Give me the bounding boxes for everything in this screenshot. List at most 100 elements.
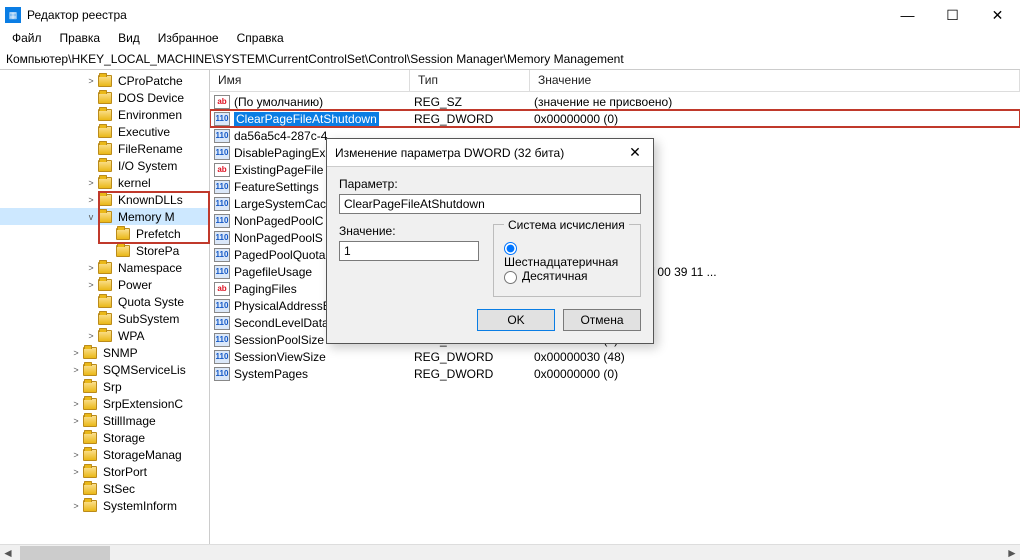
folder-icon xyxy=(98,143,112,155)
close-button[interactable]: ✕ xyxy=(975,0,1020,30)
expander-icon[interactable]: > xyxy=(70,450,82,460)
dword-icon: 110 xyxy=(214,248,230,262)
expander-icon[interactable]: > xyxy=(70,416,82,426)
minimize-button[interactable]: — xyxy=(885,0,930,30)
dword-icon: 110 xyxy=(214,316,230,330)
menu-help[interactable]: Справка xyxy=(229,30,292,50)
tree-item[interactable]: Executive xyxy=(0,123,209,140)
dword-icon: 110 xyxy=(214,299,230,313)
list-row[interactable]: 110SessionViewSizeREG_DWORD0x00000030 (4… xyxy=(210,348,1020,365)
expander-icon[interactable]: > xyxy=(70,467,82,477)
tree-item[interactable]: > StorageManag xyxy=(0,446,209,463)
menu-edit[interactable]: Правка xyxy=(52,30,109,50)
radix-hex-radio[interactable] xyxy=(504,242,517,255)
tree-pane[interactable]: >CProPatcheDOS DeviceEnvironmenExecutive… xyxy=(0,70,210,546)
maximize-button[interactable]: ☐ xyxy=(930,0,975,30)
tree-item[interactable]: >StorPort xyxy=(0,463,209,480)
tree-item[interactable]: >SNMP xyxy=(0,344,209,361)
folder-icon xyxy=(116,228,130,240)
expander-icon[interactable]: > xyxy=(85,331,97,341)
tree-item[interactable]: I/O System xyxy=(0,157,209,174)
radix-dec-radio[interactable] xyxy=(504,271,517,284)
tree-item-label: SystemInform xyxy=(101,499,179,513)
row-name: SessionViewSize xyxy=(234,350,326,364)
tree-item-label: Srp xyxy=(101,380,124,394)
dialog-close-icon[interactable]: ✕ xyxy=(625,144,645,161)
tree-item[interactable]: >KnownDLLs xyxy=(0,191,209,208)
tree-item-label: Prefetch xyxy=(134,227,183,241)
expander-icon[interactable]: > xyxy=(85,76,97,86)
radix-hex[interactable]: Шестнадцатеричная xyxy=(504,241,630,269)
scroll-right-icon[interactable]: ► xyxy=(1004,546,1020,560)
tree-item[interactable]: Srp xyxy=(0,378,209,395)
col-value[interactable]: Значение xyxy=(530,70,1020,91)
menu-favorites[interactable]: Избранное xyxy=(150,30,227,50)
scroll-left-icon[interactable]: ◄ xyxy=(0,546,16,560)
tree-item[interactable]: > SystemInform xyxy=(0,497,209,514)
tree-item[interactable]: Prefetch xyxy=(0,225,209,242)
edit-dword-dialog: Изменение параметра DWORD (32 бита) ✕ Па… xyxy=(326,138,654,344)
tree-item[interactable]: >Namespace xyxy=(0,259,209,276)
folder-icon xyxy=(98,279,112,291)
tree-item-label: Memory M xyxy=(116,210,177,224)
expander-icon[interactable]: > xyxy=(85,280,97,290)
expander-icon[interactable]: > xyxy=(85,263,97,273)
tree-item[interactable]: >kernel xyxy=(0,174,209,191)
folder-icon xyxy=(83,347,97,359)
tree-item[interactable]: > SrpExtensionC xyxy=(0,395,209,412)
expander-icon[interactable]: > xyxy=(70,399,82,409)
expander-icon[interactable]: v xyxy=(85,212,97,222)
ok-button[interactable]: OK xyxy=(477,309,555,331)
col-type[interactable]: Тип xyxy=(410,70,530,91)
cancel-button[interactable]: Отмена xyxy=(563,309,641,331)
list-row[interactable]: ab(По умолчанию)REG_SZ(значение не присв… xyxy=(210,93,1020,110)
folder-icon xyxy=(98,75,112,87)
tree-item-label: SubSystem xyxy=(116,312,181,326)
tree-item-label: SrpExtensionC xyxy=(101,397,185,411)
expander-icon[interactable]: > xyxy=(70,348,82,358)
tree-item[interactable]: Storage xyxy=(0,429,209,446)
expander-icon[interactable]: > xyxy=(70,501,82,511)
value-field[interactable] xyxy=(339,241,479,261)
tree-item[interactable]: > SQMServiceLis xyxy=(0,361,209,378)
address-bar[interactable]: Компьютер\HKEY_LOCAL_MACHINE\SYSTEM\Curr… xyxy=(0,50,1020,70)
col-name[interactable]: Имя xyxy=(210,70,410,91)
list-row[interactable]: 110ClearPageFileAtShutdownREG_DWORD0x000… xyxy=(210,110,1020,127)
tree-item[interactable]: Environmen xyxy=(0,106,209,123)
tree-item[interactable]: StSec xyxy=(0,480,209,497)
tree-item-label: FileRename xyxy=(116,142,185,156)
folder-icon xyxy=(98,92,112,104)
tree-item[interactable]: DOS Device xyxy=(0,89,209,106)
tree-item[interactable]: StorePa xyxy=(0,242,209,259)
tree-item[interactable]: >WPA xyxy=(0,327,209,344)
tree-item[interactable]: SubSystem xyxy=(0,310,209,327)
row-name: PagingFiles xyxy=(234,282,297,296)
row-type: REG_DWORD xyxy=(414,112,534,126)
dialog-title-bar[interactable]: Изменение параметра DWORD (32 бита) ✕ xyxy=(327,139,653,167)
scroll-thumb[interactable] xyxy=(20,546,110,560)
tree-item[interactable]: >Power xyxy=(0,276,209,293)
menu-view[interactable]: Вид xyxy=(110,30,148,50)
list-row[interactable]: 110SystemPagesREG_DWORD0x00000000 (0) xyxy=(210,365,1020,382)
expander-icon[interactable]: > xyxy=(85,195,97,205)
tree-item[interactable]: v Memory M xyxy=(0,208,209,225)
tree-item-label: StorageManag xyxy=(101,448,184,462)
horizontal-scrollbar[interactable]: ◄ ► xyxy=(0,544,1020,560)
list-header: Имя Тип Значение xyxy=(210,70,1020,92)
dword-icon: 110 xyxy=(214,231,230,245)
tree-item[interactable]: Quota Syste xyxy=(0,293,209,310)
menu-file[interactable]: Файл xyxy=(4,30,50,50)
row-name: LargeSystemCac xyxy=(234,197,326,211)
tree-item-label: SQMServiceLis xyxy=(101,363,188,377)
param-field[interactable] xyxy=(339,194,641,214)
tree-item[interactable]: > StillImage xyxy=(0,412,209,429)
expander-icon[interactable]: > xyxy=(85,178,97,188)
window-title: Редактор реестра xyxy=(27,8,885,22)
tree-item[interactable]: >CProPatche xyxy=(0,72,209,89)
expander-icon[interactable]: > xyxy=(70,365,82,375)
tree-item-label: StillImage xyxy=(101,414,158,428)
menu-bar: Файл Правка Вид Избранное Справка xyxy=(0,30,1020,50)
radix-dec[interactable]: Десятичная xyxy=(504,269,630,283)
tree-item[interactable]: FileRename xyxy=(0,140,209,157)
tree-item-label: StorePa xyxy=(134,244,181,258)
